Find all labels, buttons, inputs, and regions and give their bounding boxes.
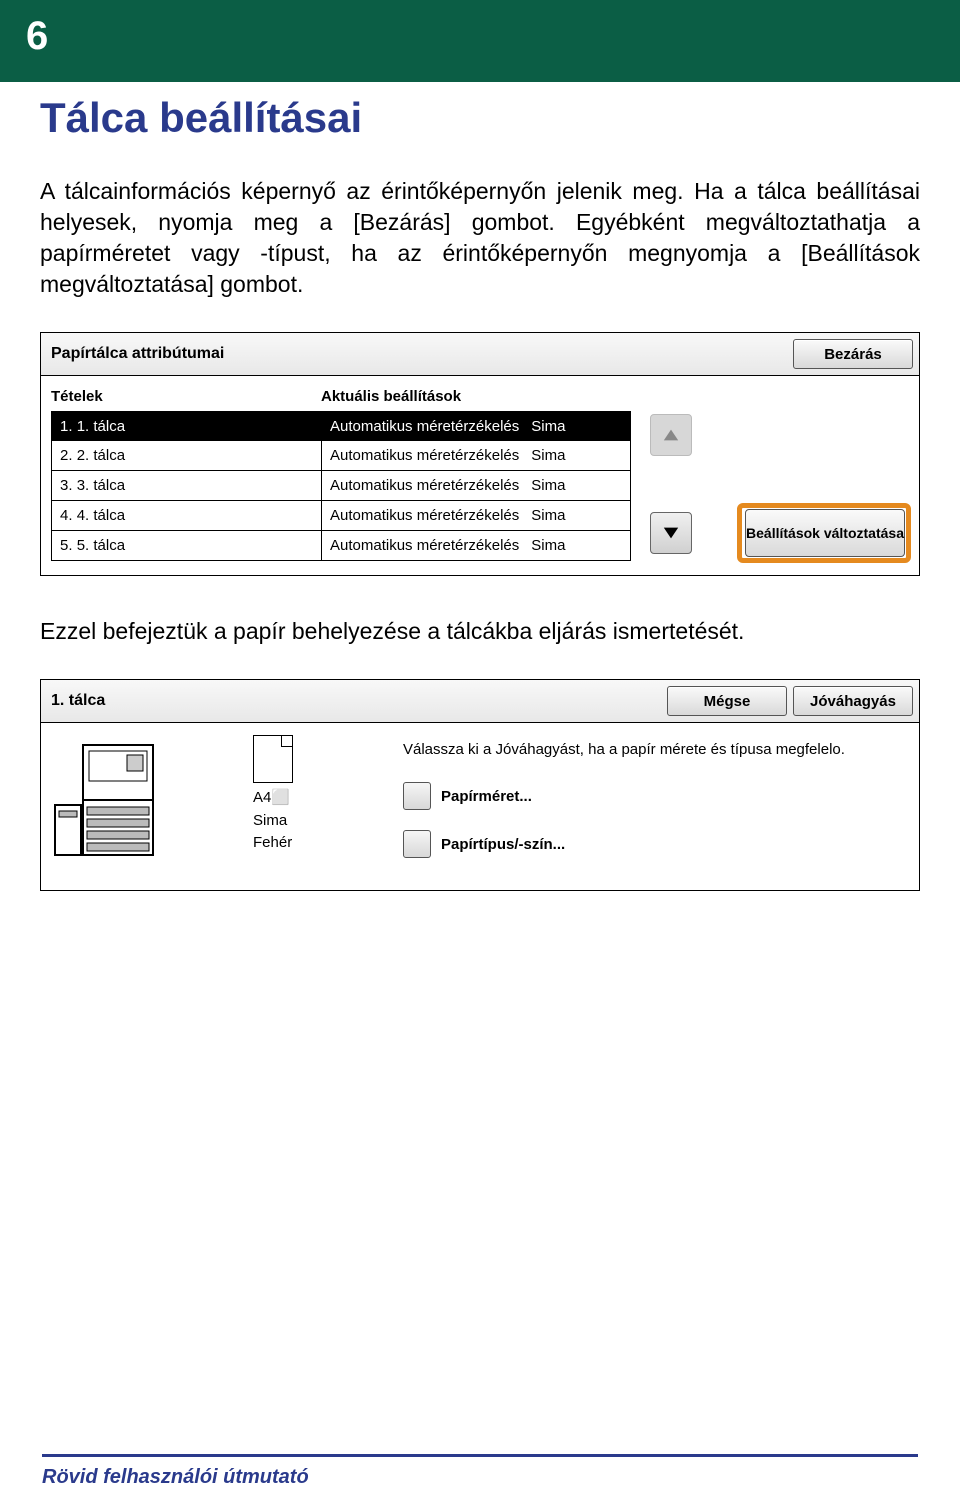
row-num: 2. <box>60 447 73 464</box>
row-num: 5. <box>60 537 73 554</box>
row-type: Sima <box>531 447 565 464</box>
row-type: Sima <box>531 418 565 435</box>
close-button[interactable]: Bezárás <box>793 339 913 369</box>
row-type: Sima <box>531 537 565 554</box>
row-type: Sima <box>531 477 565 494</box>
paper-color: Fehér <box>253 832 383 855</box>
row-name: 3. tálca <box>77 477 125 494</box>
approve-hint: Válassza ki a Jóváhagyást, ha a papír mé… <box>403 739 907 760</box>
chevron-down-icon <box>662 524 680 542</box>
change-settings-button[interactable]: Beállítások változtatása <box>745 509 905 557</box>
paper-type: Sima <box>253 810 383 833</box>
page-number: 6 <box>26 14 48 59</box>
paper-info: A4⬜ Sima Fehér <box>253 735 383 855</box>
paper-icon <box>253 735 293 783</box>
option-box-icon <box>403 830 431 858</box>
col-header-settings: Aktuális beállítások <box>321 388 909 405</box>
cancel-button[interactable]: Mégse <box>667 686 787 716</box>
paper-size-label: Papírméret... <box>441 788 532 805</box>
paper-type-option[interactable]: Papírtípus/-szín... <box>403 830 907 858</box>
row-setting: Automatikus méretérzékelés <box>330 418 519 435</box>
chevron-up-icon <box>662 426 680 444</box>
col-header-items: Tételek <box>51 388 321 405</box>
row-type: Sima <box>531 507 565 524</box>
row-name: 1. tálca <box>77 418 125 435</box>
approve-button[interactable]: Jóváhagyás <box>793 686 913 716</box>
panel1-title: Papírtálca attribútumai <box>51 345 787 363</box>
row-name: 5. tálca <box>77 537 125 554</box>
row-setting: Automatikus méretérzékelés <box>330 477 519 494</box>
intro-paragraph: A tálcainformációs képernyő az érintőkép… <box>40 176 920 300</box>
table-row[interactable]: 2. 2. tálca Automatikus méretérzékelés Si… <box>51 441 631 471</box>
panel1-titlebar: Papírtálca attribútumai Bezárás <box>41 333 919 376</box>
tray1-panel: 1. tálca Mégse Jóváhagyás <box>40 679 920 891</box>
scroll-up-button[interactable] <box>650 414 692 456</box>
paper-size: A4 <box>253 789 271 806</box>
table-row[interactable]: 4. 4. tálca Automatikus méretérzékelés Si… <box>51 501 631 531</box>
row-name: 2. tálca <box>77 447 125 464</box>
panel2-titlebar: 1. tálca Mégse Jóváhagyás <box>41 680 919 723</box>
table-row[interactable]: 1. 1. tálca Automatikus méretérzékelés Si… <box>51 411 631 441</box>
tray-list: 1. 1. tálca Automatikus méretérzékelés Si… <box>51 411 631 561</box>
printer-icon <box>53 735 173 865</box>
panel2-title: 1. tálca <box>51 692 661 710</box>
paper-type-label: Papírtípus/-szín... <box>441 836 565 853</box>
row-setting: Automatikus méretérzékelés <box>330 537 519 554</box>
mid-paragraph: Ezzel befejeztük a papír behelyezése a t… <box>40 616 920 647</box>
scroll-down-button[interactable] <box>650 512 692 554</box>
row-num: 3. <box>60 477 73 494</box>
table-row[interactable]: 3. 3. tálca Automatikus méretérzékelés Si… <box>51 471 631 501</box>
footer-text: Rövid felhasználói útmutató <box>42 1466 309 1489</box>
option-box-icon <box>403 782 431 810</box>
row-setting: Automatikus méretérzékelés <box>330 447 519 464</box>
tray-attributes-panel: Papírtálca attribútumai Bezárás Tételek … <box>40 332 920 576</box>
row-name: 4. tálca <box>77 507 125 524</box>
row-num: 1. <box>60 418 73 435</box>
header-bar: 6 <box>0 0 960 82</box>
row-setting: Automatikus méretérzékelés <box>330 507 519 524</box>
table-row[interactable]: 5. 5. tálca Automatikus méretérzékelés Si… <box>51 531 631 561</box>
paper-size-option[interactable]: Papírméret... <box>403 782 907 810</box>
row-num: 4. <box>60 507 73 524</box>
footer-rule <box>42 1454 918 1457</box>
section-title: Tálca beállításai <box>40 94 920 142</box>
